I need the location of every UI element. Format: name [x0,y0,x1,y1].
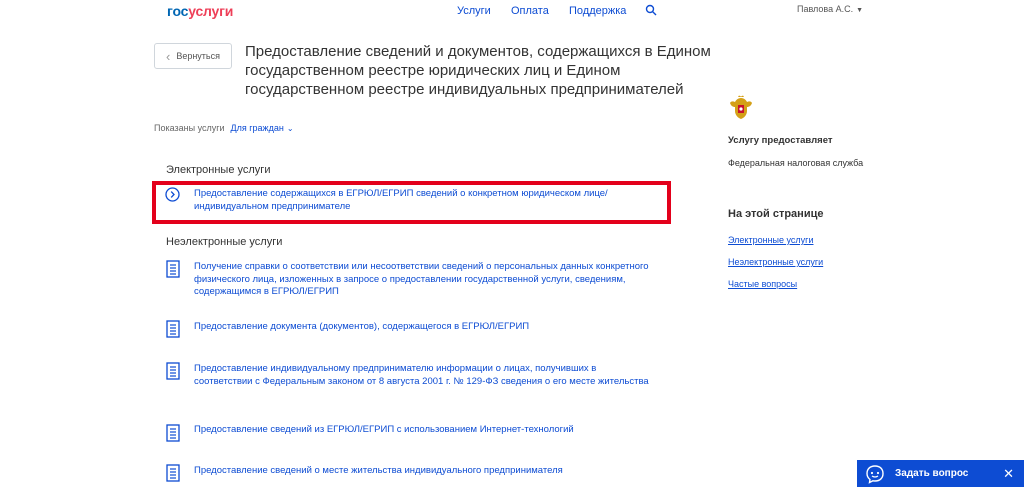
service-link-nonelectronic-2[interactable]: Предоставление документа (документов), с… [194,321,664,334]
document-icon [166,464,180,482]
electronic-services-heading: Электронные услуги [166,164,271,176]
chevron-down-icon: ▼ [856,7,864,14]
gosuslugi-logo[interactable]: госуслуги [167,3,233,19]
close-icon[interactable]: ✕ [1003,466,1014,482]
non-electronic-services-heading: Неэлектронные услуги [166,236,283,248]
back-button[interactable]: ‹ Вернуться [154,43,232,69]
page-title: Предоставление сведений и документов, со… [245,43,711,98]
anchor-electronic-services[interactable]: Электронные услуги [728,235,813,245]
chat-bot-icon [866,464,884,484]
coat-of-arms-icon [730,95,752,119]
chevron-left-icon: ‹ [165,48,171,64]
ask-question-label: Задать вопрос [895,468,969,479]
anchor-non-electronic-services[interactable]: Неэлектронные услуги [728,257,823,267]
search-icon[interactable] [645,4,657,16]
document-icon [166,424,180,442]
nav-payment[interactable]: Оплата [511,5,549,17]
nav-support[interactable]: Поддержка [569,5,626,17]
anchor-faq[interactable]: Частые вопросы [728,279,797,289]
service-link-nonelectronic-3[interactable]: Предоставление индивидуальному предприни… [194,363,654,388]
provider-heading: Услугу предоставляет [728,135,833,146]
provider-name: Федеральная налоговая служба [728,158,864,168]
ask-question-widget[interactable]: Задать вопрос ✕ [857,460,1024,487]
on-page-heading: На этой странице [728,208,824,220]
arrow-circle-icon [165,187,180,202]
audience-select[interactable]: Для граждан ⌄ [231,123,294,133]
user-menu[interactable]: Павлова А.С. ▼ [797,4,863,14]
service-link-nonelectronic-4[interactable]: Предоставление сведений из ЕГРЮЛ/ЕГРИП с… [194,424,664,437]
nav-services[interactable]: Услуги [457,5,491,17]
top-header: госуслуги Услуги Оплата Поддержка Павлов… [0,0,1024,28]
document-icon [166,362,180,380]
service-filter: Показаны услуги Для граждан ⌄ [154,123,294,133]
chevron-down-icon: ⌄ [286,124,294,133]
document-icon [166,320,180,338]
service-link-nonelectronic-1[interactable]: Получение справки о соответствии или нес… [194,261,664,299]
service-link-electronic[interactable]: Предоставление содержащихся в ЕГРЮЛ/ЕГРИ… [194,188,659,213]
document-icon [166,260,180,278]
service-link-nonelectronic-5[interactable]: Предоставление сведений о месте жительст… [194,465,664,478]
